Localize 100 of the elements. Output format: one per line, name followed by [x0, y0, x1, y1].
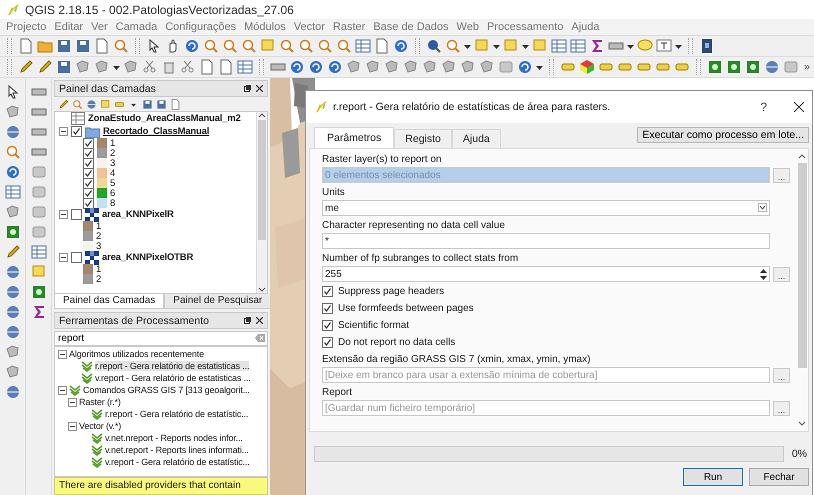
layer-name[interactable]: Recortado_ClassManual: [103, 126, 210, 137]
table-icon[interactable]: [355, 38, 371, 54]
batch-process-button[interactable]: Executar como processo em lote...: [637, 127, 809, 143]
pencil-icon[interactable]: [4, 244, 20, 260]
tab[interactable]: Ajuda: [452, 129, 501, 148]
polygon-icon[interactable]: [4, 364, 20, 380]
checkbox[interactable]: [322, 320, 333, 331]
polygon-icon[interactable]: [75, 59, 91, 75]
scroll-up-icon[interactable]: [798, 153, 806, 159]
expander-icon[interactable]: [59, 253, 68, 262]
layer-name[interactable]: area_KNNPixelR: [102, 209, 174, 220]
checkbox[interactable]: [71, 209, 82, 220]
dot-square-icon[interactable]: [707, 59, 723, 75]
refresh-icon[interactable]: [4, 164, 20, 180]
checkbox[interactable]: [71, 126, 82, 137]
scrollbar-thumb[interactable]: [258, 120, 266, 240]
refresh-icon[interactable]: [308, 59, 324, 75]
dialog-button[interactable]: Fechar: [749, 468, 809, 486]
refresh-icon[interactable]: [184, 38, 200, 54]
table-icon[interactable]: [237, 59, 253, 75]
zoom-icon[interactable]: [279, 38, 295, 54]
overflow-button[interactable]: »: [804, 61, 810, 73]
polygon-icon[interactable]: [479, 59, 495, 75]
panel-tab[interactable]: Painel das Camadas: [54, 294, 164, 309]
scroll-down-icon[interactable]: [798, 421, 806, 427]
dot-square-icon[interactable]: [745, 59, 761, 75]
table-icon[interactable]: [30, 244, 46, 260]
close-icon[interactable]: [256, 85, 263, 92]
refresh-icon[interactable]: [327, 59, 343, 75]
tree-group[interactable]: Raster (r.*): [79, 397, 121, 407]
tab[interactable]: Registo: [394, 129, 452, 148]
square-icon[interactable]: [30, 184, 46, 200]
checkbox[interactable]: [83, 178, 94, 188]
globe-icon[interactable]: [4, 384, 20, 400]
float-icon[interactable]: [244, 317, 251, 324]
save-icon[interactable]: [56, 59, 72, 75]
menu-item[interactable]: Web: [452, 21, 483, 33]
info-icon[interactable]: [426, 38, 442, 54]
close-icon[interactable]: [794, 102, 804, 112]
document-icon[interactable]: [374, 38, 390, 54]
save-icon[interactable]: [75, 38, 91, 54]
menu-item[interactable]: Ver: [87, 21, 112, 33]
checkbox[interactable]: [322, 303, 333, 314]
number-field[interactable]: 255: [322, 266, 770, 282]
pencil-icon[interactable]: [37, 59, 53, 75]
menu-item[interactable]: Editar: [50, 21, 88, 33]
expander-icon[interactable]: [68, 398, 77, 406]
browse-button[interactable]: ...: [773, 400, 790, 416]
input-field[interactable]: *: [322, 233, 770, 249]
menu-item[interactable]: Projecto: [2, 21, 50, 33]
globe-icon[interactable]: [4, 324, 20, 340]
book-icon[interactable]: [699, 38, 715, 54]
dot-square-icon[interactable]: [30, 284, 46, 300]
document-icon[interactable]: [218, 59, 234, 75]
expander-icon[interactable]: [58, 350, 67, 358]
save-icon[interactable]: [142, 98, 153, 110]
checkbox[interactable]: [83, 158, 94, 168]
polygon-icon[interactable]: [403, 59, 419, 75]
polygon-icon[interactable]: [346, 59, 362, 75]
checkbox[interactable]: [83, 168, 94, 178]
expander-icon[interactable]: [59, 210, 68, 219]
save-icon[interactable]: [156, 98, 167, 110]
algorithm-item[interactable]: v.net.report - Reports lines informati...: [105, 445, 249, 455]
polygon-icon[interactable]: [441, 59, 457, 75]
dot-square-icon[interactable]: [4, 224, 20, 240]
refresh-icon[interactable]: [517, 59, 533, 75]
menu-item[interactable]: Ajuda: [567, 21, 604, 33]
square-icon[interactable]: [30, 224, 46, 240]
search-field[interactable]: report: [54, 331, 268, 346]
scissors-icon[interactable]: [142, 59, 158, 75]
layer-name[interactable]: ZonaEstudo_AreaClassManual_m2: [88, 113, 241, 124]
scrollbar-thumb[interactable]: [798, 163, 806, 368]
tree-group[interactable]: Vector (v.*): [79, 421, 122, 431]
square-icon[interactable]: [30, 204, 46, 220]
checkbox[interactable]: [322, 286, 333, 297]
browse-button[interactable]: ...: [773, 368, 790, 382]
menu-item[interactable]: Módulos: [240, 21, 290, 33]
checkbox[interactable]: [83, 188, 94, 198]
checkbox[interactable]: [83, 148, 94, 158]
document-icon[interactable]: [94, 38, 110, 54]
tree-group[interactable]: Comandos GRASS GIS 7 [313 geoalgorit...: [83, 385, 250, 395]
dialog-button[interactable]: Run: [683, 468, 743, 486]
sigma-icon[interactable]: [589, 38, 605, 54]
square-icon[interactable]: [498, 59, 514, 75]
table-icon[interactable]: [4, 184, 20, 200]
algorithm-item[interactable]: r.report - Gera relatório de estatístic...: [105, 409, 248, 419]
expander-icon[interactable]: [68, 422, 77, 430]
zoom-icon[interactable]: [72, 98, 83, 110]
globe-icon[interactable]: [764, 59, 780, 75]
close-icon[interactable]: [256, 317, 263, 324]
expander-icon[interactable]: [59, 127, 68, 136]
input-field[interactable]: [Guardar num ficheiro temporário]: [322, 400, 770, 416]
dropdown[interactable]: me: [322, 200, 770, 216]
scroll-down-icon[interactable]: [258, 287, 266, 293]
algorithm-item[interactable]: v.net.nreport - Reports nodes infor...: [105, 433, 243, 443]
scroll-up-icon[interactable]: [258, 112, 266, 118]
refresh-icon[interactable]: [393, 38, 409, 54]
save-icon[interactable]: [56, 38, 72, 54]
float-icon[interactable]: [244, 85, 251, 92]
polygon-icon[interactable]: [460, 59, 476, 75]
